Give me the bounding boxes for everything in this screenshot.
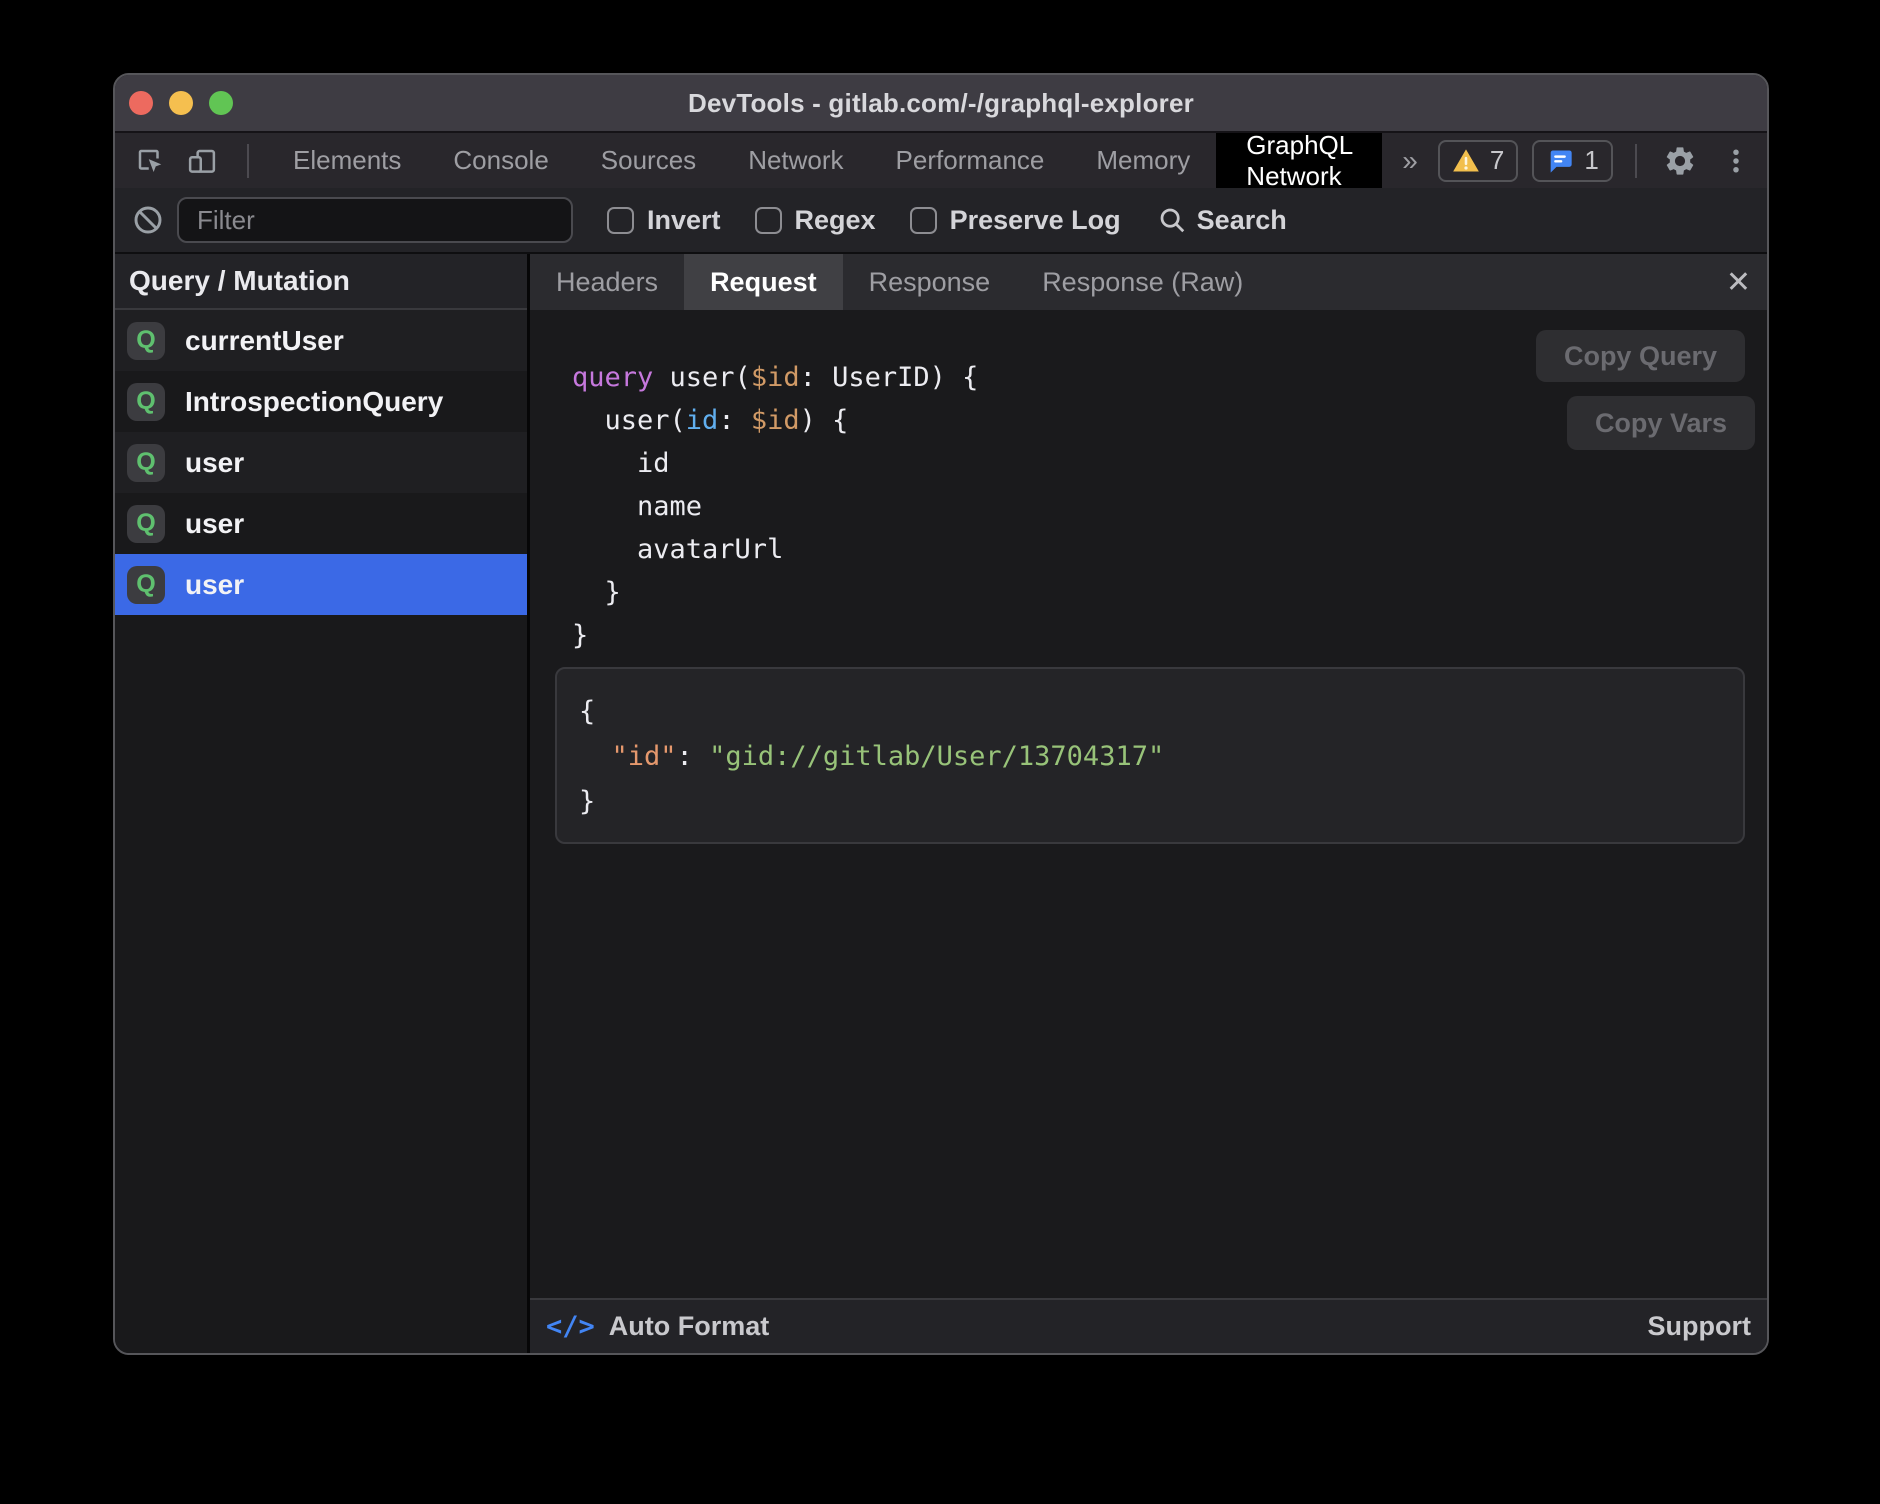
clear-filter-icon[interactable] [131, 203, 165, 237]
code-brackets-icon: </> [546, 1311, 595, 1342]
auto-format-button[interactable]: </> Auto Format [546, 1311, 769, 1342]
regex-checkbox-box[interactable] [755, 207, 782, 234]
search-control[interactable]: Search [1157, 205, 1287, 236]
detail-tabs: Headers Request Response Response (Raw) … [530, 254, 1767, 310]
close-window-button[interactable] [129, 91, 153, 115]
request-list-sidebar: Query / Mutation Q currentUser Q Introsp… [115, 254, 530, 1353]
zoom-window-button[interactable] [209, 91, 233, 115]
filter-input[interactable] [177, 197, 573, 243]
more-tabs-chevron-icon[interactable]: » [1382, 133, 1438, 188]
search-icon [1157, 205, 1187, 235]
warning-count: 7 [1490, 145, 1504, 176]
query-type-badge: Q [127, 444, 165, 482]
support-link[interactable]: Support [1648, 1311, 1751, 1342]
preserve-log-label: Preserve Log [950, 205, 1121, 236]
device-toolbar-icon[interactable] [187, 146, 217, 176]
sidebar-header-label: Query / Mutation [129, 265, 350, 297]
list-item-label: user [185, 508, 244, 540]
request-detail-panel: Headers Request Response Response (Raw) … [530, 254, 1767, 1353]
query-type-badge: Q [127, 505, 165, 543]
preserve-log-checkbox-box[interactable] [910, 207, 937, 234]
traffic-lights [129, 75, 233, 131]
kebab-menu-icon[interactable] [1715, 140, 1757, 182]
query-variables-box: { "id": "gid://gitlab/User/13704317"} [555, 667, 1745, 844]
query-type-badge: Q [127, 322, 165, 360]
tab-console[interactable]: Console [427, 133, 574, 188]
copy-query-button[interactable]: Copy Query [1536, 330, 1745, 382]
list-item-introspectionquery[interactable]: Q IntrospectionQuery [115, 371, 527, 432]
tab-graphql-network[interactable]: GraphQL Network [1216, 133, 1382, 188]
auto-format-label: Auto Format [609, 1311, 769, 1342]
invert-checkbox[interactable]: Invert [607, 205, 721, 236]
settings-gear-icon[interactable] [1659, 140, 1701, 182]
filter-bar: Invert Regex Preserve Log Search [115, 188, 1767, 254]
list-item-label: IntrospectionQuery [185, 386, 443, 418]
messages-badge[interactable]: 1 [1532, 140, 1612, 182]
close-detail-icon[interactable]: ✕ [1726, 254, 1751, 310]
invert-label: Invert [647, 205, 721, 236]
devtools-window: DevTools - gitlab.com/-/graphql-explorer… [113, 73, 1769, 1355]
issues-warning-badge[interactable]: 7 [1438, 140, 1518, 182]
window-title: DevTools - gitlab.com/-/graphql-explorer [688, 88, 1194, 119]
list-item-user-3-selected[interactable]: Q user [115, 554, 527, 615]
regex-checkbox[interactable]: Regex [755, 205, 876, 236]
list-item-currentuser[interactable]: Q currentUser [115, 310, 527, 371]
request-code-area: query user($id: UserID) { user(id: $id) … [530, 310, 1767, 1298]
panel-footer: </> Auto Format Support [530, 1298, 1767, 1353]
chat-bubble-icon [1546, 147, 1574, 175]
query-type-badge: Q [127, 383, 165, 421]
regex-label: Regex [795, 205, 876, 236]
tab-request[interactable]: Request [684, 254, 843, 310]
list-item-label: user [185, 569, 244, 601]
copy-vars-button[interactable]: Copy Vars [1567, 396, 1755, 450]
sidebar-header: Query / Mutation [115, 254, 527, 310]
title-bar: DevTools - gitlab.com/-/graphql-explorer [115, 75, 1767, 133]
devtools-toolbar: Elements Console Sources Network Perform… [115, 133, 1767, 188]
tab-performance[interactable]: Performance [870, 133, 1071, 188]
list-item-label: currentUser [185, 325, 344, 357]
invert-checkbox-box[interactable] [607, 207, 634, 234]
tab-network[interactable]: Network [722, 133, 869, 188]
list-item-label: user [185, 447, 244, 479]
message-count: 1 [1584, 145, 1598, 176]
tab-headers[interactable]: Headers [530, 254, 684, 310]
tab-sources[interactable]: Sources [575, 133, 722, 188]
inspect-element-icon[interactable] [135, 146, 165, 176]
tab-response[interactable]: Response [843, 254, 1017, 310]
search-label: Search [1197, 205, 1287, 236]
preserve-log-checkbox[interactable]: Preserve Log [910, 205, 1121, 236]
tab-elements[interactable]: Elements [267, 133, 427, 188]
tab-memory[interactable]: Memory [1070, 133, 1216, 188]
badges-divider [1635, 144, 1637, 178]
list-item-user-2[interactable]: Q user [115, 493, 527, 554]
query-type-badge: Q [127, 566, 165, 604]
tab-response-raw[interactable]: Response (Raw) [1016, 254, 1269, 310]
warning-triangle-icon [1452, 148, 1480, 174]
list-item-user-1[interactable]: Q user [115, 432, 527, 493]
minimize-window-button[interactable] [169, 91, 193, 115]
toolbar-divider [247, 144, 249, 178]
